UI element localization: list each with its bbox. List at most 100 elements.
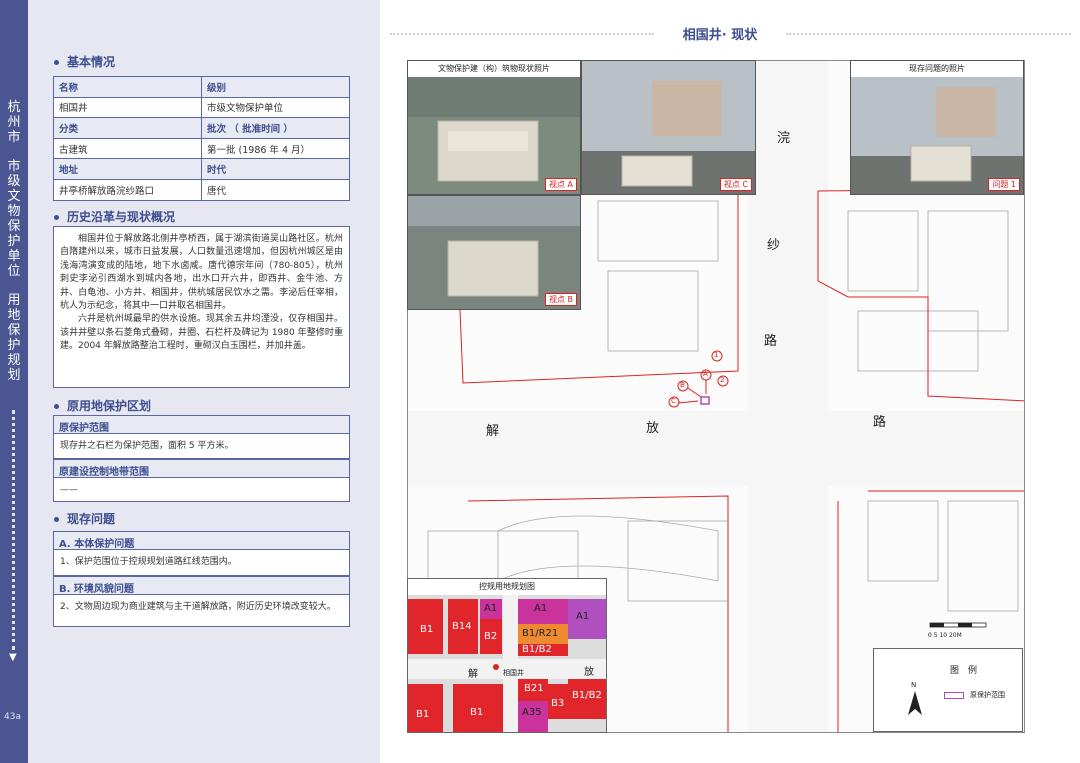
info-table-header-cell: 批次 （ 批准时间 ）	[201, 117, 350, 139]
spine-title-gap	[4, 145, 24, 159]
landuse-label: A35	[522, 707, 542, 718]
landuse-label: B21	[524, 683, 544, 694]
bullet-icon	[54, 517, 59, 522]
marker-a: A	[703, 370, 708, 378]
photo-a-image	[408, 77, 580, 194]
landuse-label: B1	[416, 709, 430, 720]
info-table-row: 古建筑 第一批 (1986 年 4 月）	[53, 137, 350, 160]
history-paragraph-1: 相国井位于解放路北侧井亭桥西，属于湖滨街道吴山路社区。杭州自隋建州以来，城市日益…	[60, 234, 343, 312]
bullet-icon	[54, 215, 59, 220]
issue-a-header: A. 本体保护问题	[53, 531, 350, 550]
legend-label-protection: 原保护范围	[970, 691, 1005, 699]
marker-1: 1	[714, 351, 719, 359]
map-legend: 图 例 N 原保护范围	[873, 648, 1023, 732]
landuse-map	[408, 595, 606, 732]
road-name-jie: 解	[486, 424, 500, 439]
info-table-cell: 古建筑	[53, 137, 202, 160]
spine-title-char: 护	[7, 234, 21, 249]
landuse-label: B1/B2	[522, 644, 552, 655]
landuse-label: B14	[452, 621, 472, 632]
spine-title-char: 市	[7, 159, 21, 174]
tag-view-b: 视点 B	[544, 293, 577, 306]
spine-title-char: 位	[7, 264, 21, 279]
north-arrow-icon: N	[904, 679, 926, 719]
spine-title-char: 文	[7, 189, 21, 204]
section-basic-title: 基本情况	[54, 53, 115, 70]
info-table-cell: 第一批 (1986 年 4 月）	[201, 137, 350, 160]
spine-vertical-title: 杭州市市级文物保护单位用地保护规划	[4, 100, 24, 383]
protect-range-body: 现存井之石栏为保护范围，面积 5 平方米。	[53, 434, 350, 459]
spine-arrow-icon: ▼	[9, 652, 17, 663]
landuse-caption: 控规用地规划图	[479, 582, 535, 591]
road-name-fang: 放	[646, 421, 660, 436]
spine-title-char: 保	[7, 323, 21, 338]
info-table-row: 分类 批次 （ 批准时间 ）	[53, 117, 350, 139]
spine-title-char: 杭	[7, 100, 21, 115]
marker-b: B	[680, 381, 685, 389]
landuse-label: B1	[470, 707, 484, 718]
photo-issue-image	[851, 77, 1023, 194]
info-table-header-cell: 分类	[53, 117, 202, 139]
landuse-label: A1	[534, 603, 548, 614]
spine-title-char: 划	[7, 368, 21, 383]
road-name-lu: 路	[764, 334, 778, 349]
control-zone-body: ——	[53, 478, 350, 502]
spine-title-char: 市	[7, 130, 21, 145]
info-table-row: 相国井 市级文物保护单位	[53, 96, 350, 119]
road-name-sha: 纱	[767, 238, 781, 253]
left-panel: 基本情况 名称 级别 相国井 市级文物保护单位 分类 批次 （ 批准时间 ）古建筑 第一批 …	[28, 0, 380, 763]
issue-a-body: 1、保护范围位于控规规划道路红线范围内。	[53, 550, 350, 576]
scale-label: 0 5 10 20M	[928, 632, 962, 639]
road-name-huan: 浣	[777, 131, 791, 146]
spine-title-char: 州	[7, 115, 21, 130]
landuse-road-label: 放	[584, 667, 594, 678]
issue-b-header: B. 环境风貌问题	[53, 576, 350, 595]
photo-caption-issue: 现存问题的照片	[851, 61, 1023, 77]
photo-c-image	[582, 61, 755, 194]
history-paragraph-2: 六井是杭州城最早的供水设施。现其余五井均湮没，仅存相国井。该井井壁以条石菱角式叠…	[60, 314, 343, 352]
bullet-icon	[54, 404, 59, 409]
spine-title-char: 物	[7, 204, 21, 219]
marker-c: C	[671, 397, 676, 405]
photo-caption-status: 文物保护建（构）筑物现状照片	[408, 61, 580, 77]
photo-view-c: 视点 C	[581, 60, 756, 195]
landuse-label: A1	[484, 603, 498, 614]
bullet-icon	[54, 60, 59, 65]
info-table-cell: 市级文物保护单位	[201, 96, 350, 119]
landuse-label: A1	[576, 611, 590, 622]
tag-view-a: 视点 A	[544, 178, 577, 191]
section-issues-title: 现存问题	[54, 510, 115, 527]
tag-view-c: 视点 C	[719, 178, 752, 191]
info-table-header-cell: 地址	[53, 158, 202, 180]
page-title: 相国井· 现状	[682, 28, 758, 43]
photo-view-a: 文物保护建（构）筑物现状照片 视点 A	[407, 60, 581, 195]
info-table-header-cell: 级别	[201, 76, 350, 98]
protect-range-header: 原保护范围	[53, 415, 350, 434]
spine-title-char: 规	[7, 353, 21, 368]
section-zone-title: 原用地保护区划	[54, 397, 151, 414]
control-zone-header: 原建设控制地带范围	[53, 459, 350, 478]
info-table-row: 地址 时代	[53, 158, 350, 180]
issue-b-body: 2、文物周边现为商业建筑与主干道解放路，附近历史环境改变较大。	[53, 595, 350, 627]
title-dotted-rule-left	[390, 33, 654, 35]
info-table-cell: 井亭桥解放路浣纱路口	[53, 178, 202, 201]
section-history-title: 历史沿革与现状概况	[54, 208, 175, 225]
tag-issue-1: 问题 1	[988, 178, 1020, 191]
info-table-cell: 唐代	[201, 178, 350, 201]
photo-view-b: 视点 B	[407, 195, 581, 310]
scale-bar-graphic	[929, 622, 987, 628]
info-table-row: 井亭桥解放路浣纱路口 唐代	[53, 178, 350, 201]
spine-title-char: 保	[7, 219, 21, 234]
info-table-row: 名称 级别	[53, 76, 350, 98]
road-name-lu-2: 路	[873, 415, 887, 430]
spine-title-char: 地	[7, 308, 21, 323]
title-dotted-rule-right	[786, 33, 1071, 35]
info-table-header-cell: 时代	[201, 158, 350, 180]
info-table-header-cell: 名称	[53, 76, 202, 98]
info-table-cell: 相国井	[53, 96, 202, 119]
spine-title-char: 护	[7, 338, 21, 353]
landuse-label: B1/B2	[572, 690, 602, 701]
spine-title-char: 单	[7, 249, 21, 264]
scale-bar: 0 5 10 20M	[928, 622, 1028, 642]
history-text-box: 相国井位于解放路北侧井亭桥西，属于湖滨街道吴山路社区。杭州自隋建州以来，城市日益…	[53, 226, 350, 388]
